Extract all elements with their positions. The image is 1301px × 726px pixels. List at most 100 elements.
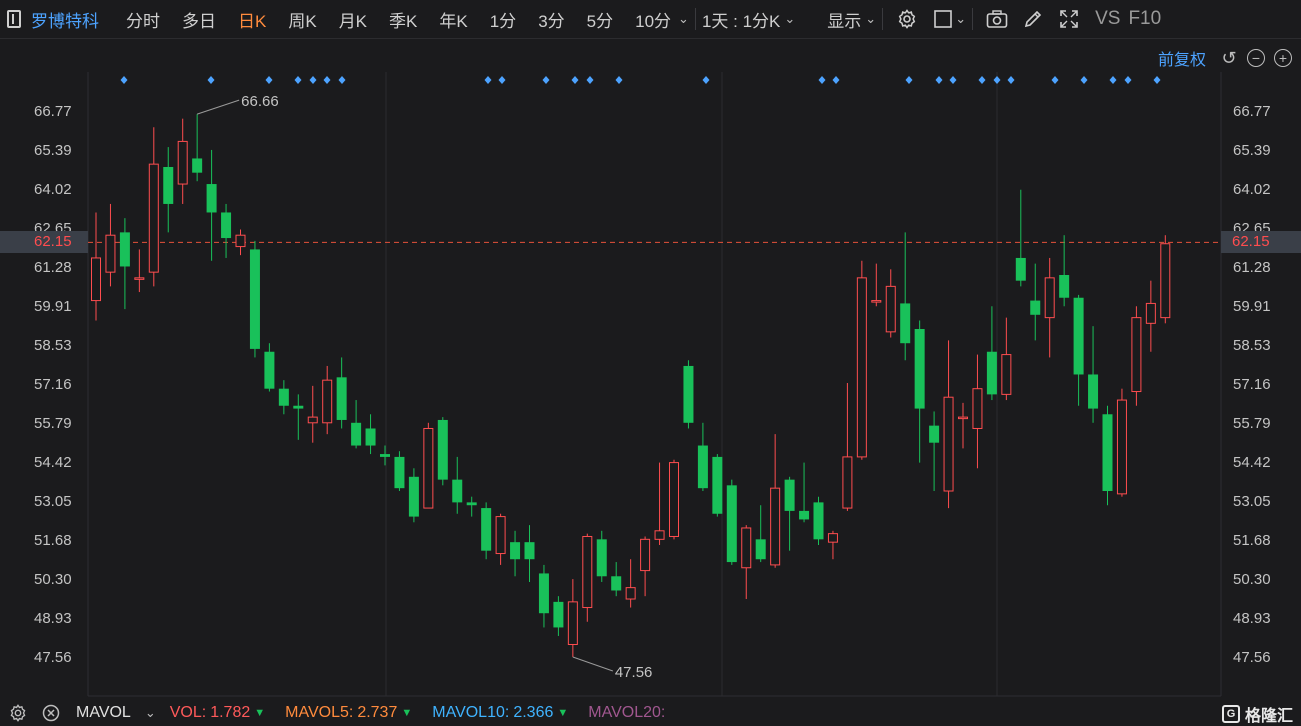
- tab-10min[interactable]: 10分: [624, 7, 682, 32]
- y-tick-label-left: 59.91: [34, 298, 72, 315]
- event-marker-diamond: [993, 76, 1001, 84]
- square-chevron-icon[interactable]: ⌄: [955, 11, 966, 27]
- vol-down-arrow-icon: ▼: [254, 707, 266, 719]
- gear-icon[interactable]: [9, 704, 27, 722]
- low-leader-line: [572, 656, 614, 672]
- y-tick-label-left: 51.68: [34, 532, 72, 549]
- y-axis-ticks: 66.77 66.7765.39 65.3964.02 64.0262.65 62.65…: [34, 103, 1271, 666]
- fullscreen-icon[interactable]: [1058, 8, 1080, 30]
- y-tick-label-right: 61.28: [1233, 259, 1271, 276]
- period-select-chevron-icon[interactable]: ⌄: [784, 11, 795, 27]
- candle-body-down: [466, 502, 477, 506]
- period-select[interactable]: 1天 : 1分K: [702, 7, 780, 32]
- pencil-icon[interactable]: [1022, 8, 1044, 30]
- more-periods-chevron-icon[interactable]: ⌄: [678, 11, 689, 27]
- candle-body-down: [1030, 300, 1041, 315]
- y-tick-label-right: 66.77: [1233, 103, 1271, 120]
- mavol5-value: 2.737: [357, 704, 398, 721]
- gear-icon[interactable]: [896, 8, 918, 30]
- toolbar-divider: [972, 8, 974, 30]
- candle-body-down: [900, 303, 911, 344]
- watermark-logo-icon: G: [1221, 705, 1240, 723]
- event-marker-diamond: [1007, 76, 1015, 84]
- watermark: G 格隆汇: [1221, 702, 1293, 726]
- candle-body-down: [1059, 274, 1070, 298]
- y-tick-label-right: 53.05: [1233, 493, 1271, 510]
- indicator-mode-label[interactable]: MAVOL: [76, 704, 131, 722]
- candle-body-up: [582, 535, 593, 609]
- indicator-chevron-icon[interactable]: ⌄: [145, 705, 156, 721]
- top-toolbar: 罗博特科 分时 多日 日K 周K 月K 季K 年K 1分 3分 5分 10分 ⌄…: [0, 0, 1301, 39]
- candle-body-up: [741, 527, 752, 569]
- tab-monthly-k[interactable]: 月K: [328, 7, 378, 32]
- tab-intraday[interactable]: 分时: [115, 7, 171, 32]
- candle-body-up: [958, 416, 968, 420]
- candle-body-up: [770, 487, 781, 566]
- candle-body-down: [351, 422, 362, 446]
- event-marker-diamond: [935, 76, 943, 84]
- candle-body-up: [1116, 399, 1127, 495]
- tab-3min[interactable]: 3分: [527, 7, 575, 32]
- tab-5min[interactable]: 5分: [576, 7, 624, 32]
- candle-body-up: [654, 530, 665, 540]
- candle-body-up: [625, 587, 636, 600]
- event-marker-diamond: [702, 76, 710, 84]
- current-price-tag-left: 62.15: [0, 231, 88, 253]
- sidebar-toggle-icon[interactable]: [7, 10, 21, 28]
- adjust-mode-button[interactable]: 前复权: [1158, 46, 1206, 70]
- candle-body-down: [538, 573, 549, 614]
- indicator-bar: MAVOL ⌄ VOL: 1.782 ▼ MAVOL5: 2.737 ▼ MAV…: [0, 700, 1301, 726]
- y-tick-label-right: 47.56: [1233, 649, 1271, 666]
- candle-body-down: [813, 502, 824, 540]
- candle-body-down: [1015, 257, 1026, 281]
- event-markers: [120, 76, 1161, 84]
- f10-button[interactable]: F10: [1128, 8, 1161, 30]
- candles-layer: [91, 114, 1171, 657]
- y-tick-label-left: 53.05: [34, 493, 72, 510]
- candle-body-down: [1102, 414, 1113, 492]
- y-tick-label-right: 57.16: [1233, 376, 1271, 393]
- mavol10-value: 2.366: [513, 704, 554, 721]
- candle-body-down: [206, 184, 217, 213]
- y-tick-label-right: 51.68: [1233, 532, 1271, 549]
- candle-body-down: [192, 158, 203, 173]
- event-marker-diamond: [949, 76, 957, 84]
- tab-daily-k[interactable]: 日K: [227, 7, 277, 32]
- event-marker-diamond: [1051, 76, 1059, 84]
- tab-multiday[interactable]: 多日: [171, 7, 227, 32]
- tab-weekly-k[interactable]: 周K: [277, 7, 327, 32]
- candle-body-down: [726, 485, 737, 563]
- y-tick-label-left: 54.42: [34, 454, 72, 471]
- zoom-out-icon[interactable]: −: [1247, 49, 1265, 67]
- y-tick-label-left: 47.56: [34, 649, 72, 666]
- chart-grid: [87, 72, 1222, 697]
- tab-quarterly-k[interactable]: 季K: [378, 7, 428, 32]
- chart-subheader: 前复权 ↺ − +: [1158, 44, 1301, 72]
- candle-body-down: [683, 365, 694, 423]
- toolbar-divider: [882, 8, 884, 30]
- candle-body-down: [524, 542, 535, 560]
- tab-yearly-k[interactable]: 年K: [428, 7, 478, 32]
- event-marker-diamond: [818, 76, 826, 84]
- tab-1min[interactable]: 1分: [479, 7, 527, 32]
- reset-icon[interactable]: ↺: [1220, 49, 1238, 67]
- toolbar-divider: [694, 8, 696, 30]
- display-chevron-icon[interactable]: ⌄: [865, 11, 876, 27]
- candle-body-up: [640, 538, 651, 572]
- y-tick-label-left: 66.77: [34, 103, 72, 120]
- kline-chart[interactable]: 66.77 66.7765.39 65.3964.02 64.0262.65 62.65…: [0, 0, 1301, 726]
- close-icon[interactable]: [42, 704, 60, 722]
- zoom-in-icon[interactable]: +: [1274, 49, 1292, 67]
- candle-body-up: [885, 285, 896, 333]
- event-marker-diamond: [1124, 76, 1132, 84]
- candle-body-down: [119, 232, 130, 267]
- candle-body-down: [481, 508, 492, 551]
- camera-icon[interactable]: [986, 8, 1008, 30]
- stock-name[interactable]: 罗博特科: [31, 7, 99, 32]
- candle-body-down: [221, 212, 232, 239]
- square-icon[interactable]: [932, 8, 954, 30]
- vs-button[interactable]: VS: [1095, 8, 1120, 30]
- candle-body-up: [307, 416, 318, 424]
- display-menu[interactable]: 显示: [827, 7, 861, 32]
- y-tick-label-left: 64.02: [34, 181, 72, 198]
